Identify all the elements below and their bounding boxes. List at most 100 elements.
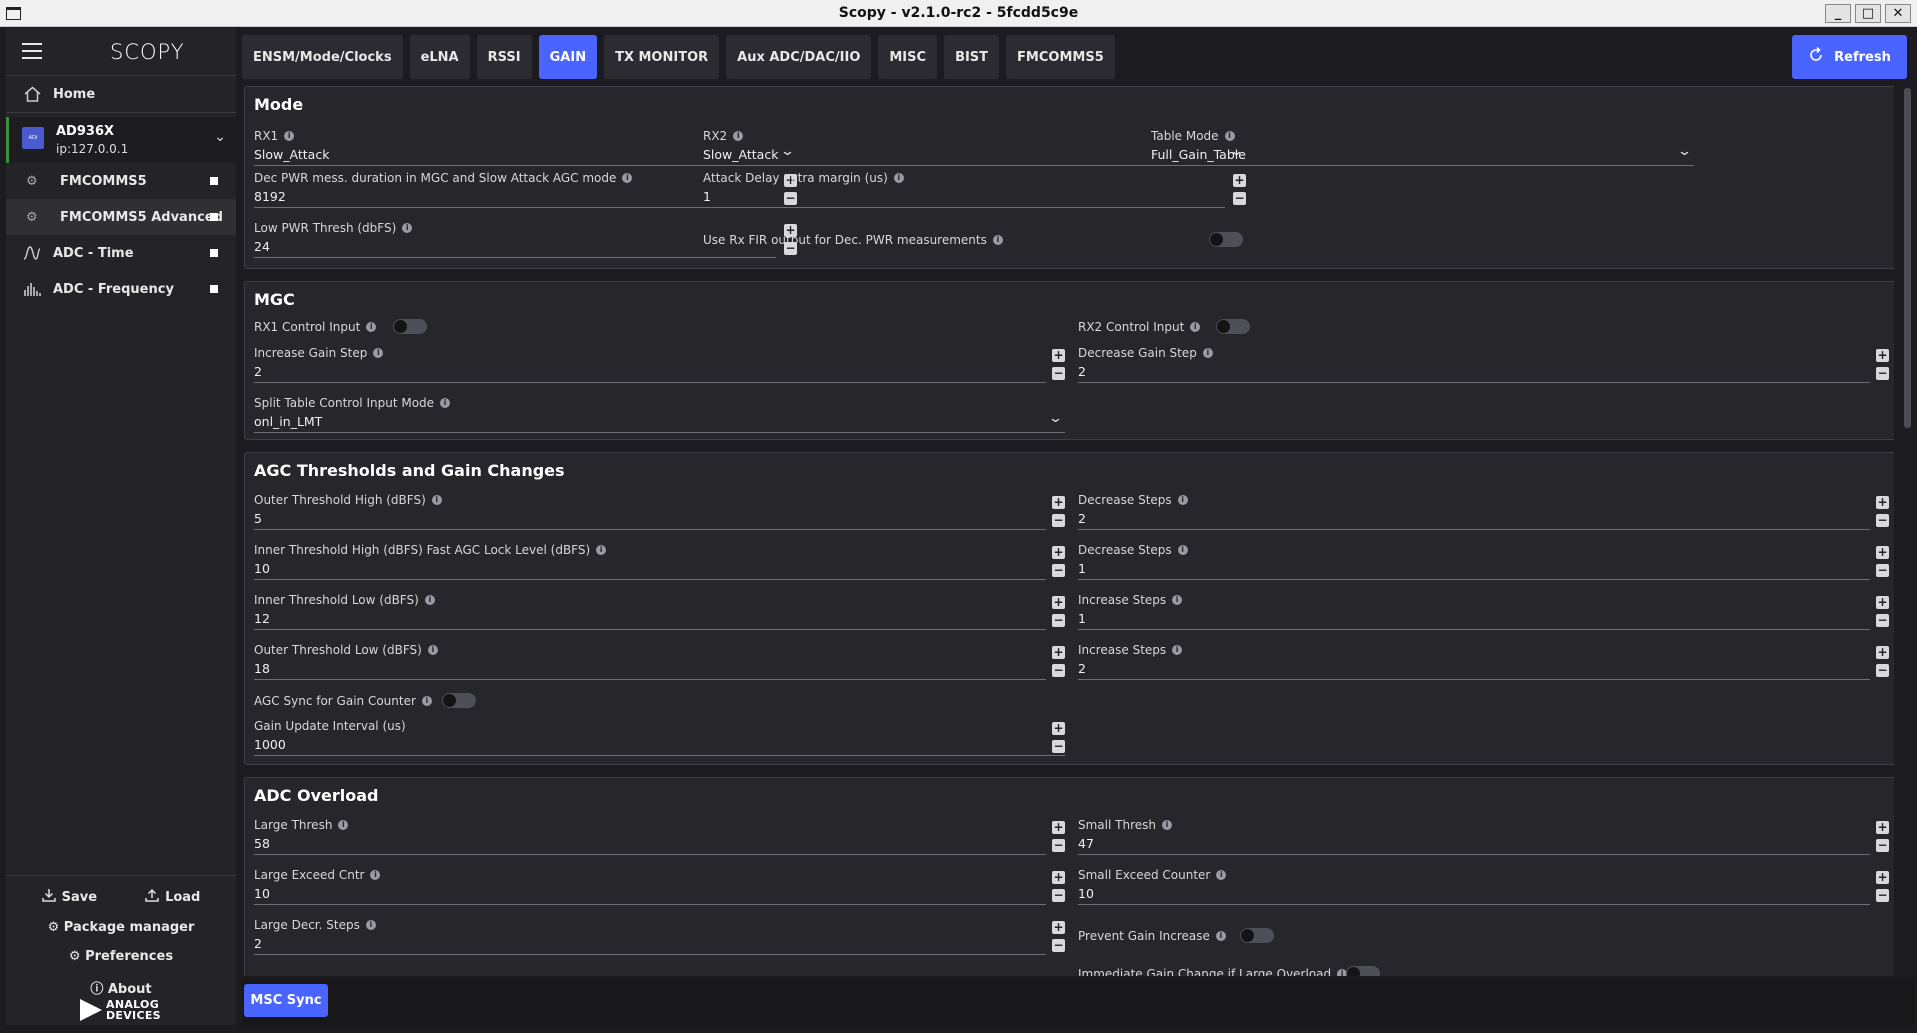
plus-icon[interactable]: +	[1876, 871, 1889, 884]
minus-icon[interactable]: −	[1052, 367, 1065, 380]
gain-settings-scroll[interactable]: Mode RX1 i Slow_Attack ⌄ RX2 i Slow_Attack…	[244, 86, 1894, 976]
minus-icon[interactable]: −	[1876, 889, 1889, 902]
outer-threshold-high-spinbox[interactable]: Outer Threshold High (dBFS) i 5 + −	[254, 493, 1065, 533]
gain-update-interval-spinbox[interactable]: Gain Update Interval (us) 1000 + −	[254, 719, 1065, 759]
tab-elna[interactable]: eLNA	[409, 35, 470, 79]
msc-sync-button[interactable]: MSC Sync	[244, 984, 328, 1017]
plus-icon[interactable]: +	[1052, 821, 1065, 834]
plus-icon[interactable]: +	[1876, 546, 1889, 559]
large-decr-steps-spinbox[interactable]: Large Decr. Steps i 2 + −	[254, 918, 1065, 958]
plus-icon[interactable]: +	[1052, 722, 1065, 735]
agc-sync-toggle[interactable]	[442, 693, 476, 708]
analog-devices-logo: ANALOG DEVICES	[80, 999, 161, 1021]
tab-bist[interactable]: BIST	[944, 35, 1000, 79]
plus-icon[interactable]: +	[1052, 921, 1065, 934]
minus-icon[interactable]: −	[1876, 839, 1889, 852]
plus-icon[interactable]: +	[1052, 546, 1065, 559]
increase-steps-1-spinbox[interactable]: Increase Steps i 1 + −	[1078, 593, 1889, 633]
minus-icon[interactable]: −	[1052, 889, 1065, 902]
minus-icon[interactable]: −	[1052, 740, 1065, 753]
minus-icon[interactable]: −	[1876, 367, 1889, 380]
large-exceed-cntr-spinbox[interactable]: Large Exceed Cntr i 10 + −	[254, 868, 1065, 908]
info-icon: i	[338, 820, 349, 830]
save-button[interactable]: Save	[41, 888, 98, 906]
sidebar-item-adc-frequency[interactable]: ADC - Frequency	[6, 271, 236, 307]
plus-icon[interactable]: +	[1052, 496, 1065, 509]
plus-icon[interactable]: +	[1052, 871, 1065, 884]
inner-threshold-low-spinbox[interactable]: Inner Threshold Low (dBFS) i 12 + −	[254, 593, 1065, 633]
spinbox-value: 58	[254, 836, 270, 851]
immediate-gain-change-row: Immediate Gain Change if Large Overload i	[1078, 966, 1478, 976]
inner-threshold-high-spinbox[interactable]: Inner Threshold High (dBFS) Fast AGC Loc…	[254, 543, 1065, 583]
scrollbar[interactable]	[1904, 88, 1911, 428]
maximize-button[interactable]: □	[1855, 4, 1881, 23]
small-exceed-counter-spinbox[interactable]: Small Exceed Counter i 10 + −	[1078, 868, 1889, 908]
package-manager-button[interactable]: ⚙ Package manager	[6, 920, 236, 935]
brand-line-2: DEVICES	[106, 1009, 161, 1022]
table-mode-dropdown[interactable]: Table Mode i Full_Gain_Table ⌄	[1151, 129, 1694, 166]
plus-icon[interactable]: +	[1233, 174, 1246, 187]
use-rx-fir-toggle[interactable]	[1209, 232, 1243, 247]
tab-aux[interactable]: Aux ADC/DAC/IIO	[726, 35, 872, 79]
chevron-down-icon[interactable]: ⌄	[214, 129, 226, 145]
sidebar-item-fmcomms5-advanced[interactable]: ⚙ FMCOMMS5 Advanced	[6, 199, 236, 235]
plus-icon[interactable]: +	[1876, 496, 1889, 509]
info-icon: i	[1190, 322, 1201, 332]
plus-icon[interactable]: +	[1876, 596, 1889, 609]
split-table-mode-dropdown[interactable]: Split Table Control Input Mode i onl_in_L…	[254, 396, 1065, 433]
minus-icon[interactable]: −	[1052, 514, 1065, 527]
rx2-control-input-toggle[interactable]	[1216, 319, 1250, 334]
device-card[interactable]: ADI AD936X ip:127.0.0.1 ⌄	[6, 117, 236, 163]
spinbox-value: 1	[703, 189, 711, 204]
minus-icon[interactable]: −	[1052, 839, 1065, 852]
plus-icon[interactable]: +	[1876, 646, 1889, 659]
minus-icon[interactable]: −	[1052, 614, 1065, 627]
minus-icon[interactable]: −	[1876, 664, 1889, 677]
outer-threshold-low-spinbox[interactable]: Outer Threshold Low (dBFS) i 18 + −	[254, 643, 1065, 683]
increase-gain-step-spinbox[interactable]: Increase Gain Step i 2 + −	[254, 346, 1065, 386]
tab-misc[interactable]: MISC	[878, 35, 938, 79]
minimize-button[interactable]: _	[1825, 4, 1851, 23]
info-icon: i	[370, 870, 381, 880]
status-indicator	[210, 213, 218, 221]
minus-icon[interactable]: −	[1233, 192, 1246, 205]
tab-gain[interactable]: GAIN	[538, 35, 598, 79]
rx1-control-input-toggle[interactable]	[393, 319, 427, 334]
about-button[interactable]: ⓘ About	[6, 978, 236, 997]
tab-rssi[interactable]: RSSI	[476, 35, 532, 79]
plus-icon[interactable]: +	[1876, 349, 1889, 362]
sidebar-item-home[interactable]: Home	[6, 76, 236, 112]
minus-icon[interactable]: −	[1876, 564, 1889, 577]
tab-fmcomms5[interactable]: FMCOMMS5	[1006, 35, 1115, 79]
sidebar-item-fmcomms5[interactable]: ⚙ FMCOMMS5	[6, 163, 236, 199]
prevent-gain-increase-toggle[interactable]	[1240, 928, 1274, 943]
immediate-gain-change-toggle[interactable]	[1346, 966, 1380, 976]
sidebar-item-adc-time[interactable]: ADC - Time	[6, 235, 236, 271]
small-thresh-spinbox[interactable]: Small Thresh i 47 + −	[1078, 818, 1889, 858]
preferences-button[interactable]: ⚙ Preferences	[6, 949, 236, 964]
plus-icon[interactable]: +	[1052, 646, 1065, 659]
tab-tx-monitor[interactable]: TX MONITOR	[604, 35, 720, 79]
plus-icon[interactable]: +	[1052, 349, 1065, 362]
minus-icon[interactable]: −	[1052, 664, 1065, 677]
device-chip-icon: ADI	[22, 127, 44, 149]
tab-ensm[interactable]: ENSM/Mode/Clocks	[242, 35, 403, 79]
decrease-steps-1-spinbox[interactable]: Decrease Steps i 2 + −	[1078, 493, 1889, 533]
close-button[interactable]: ✕	[1885, 4, 1911, 23]
device-name: AD936X	[56, 124, 115, 139]
minus-icon[interactable]: −	[1876, 614, 1889, 627]
attack-delay-spinbox[interactable]: Attack Delay extra margin (us) i 1 + −	[703, 171, 1246, 211]
menu-icon[interactable]	[22, 43, 42, 59]
refresh-button[interactable]: Refresh	[1792, 35, 1907, 79]
large-thresh-spinbox[interactable]: Large Thresh i 58 + −	[254, 818, 1065, 858]
decrease-steps-2-spinbox[interactable]: Decrease Steps i 1 + −	[1078, 543, 1889, 583]
minus-icon[interactable]: −	[1876, 514, 1889, 527]
increase-steps-2-spinbox[interactable]: Increase Steps i 2 + −	[1078, 643, 1889, 683]
load-button[interactable]: Load	[145, 888, 200, 906]
minus-icon[interactable]: −	[1052, 564, 1065, 577]
minus-icon[interactable]: −	[1052, 939, 1065, 952]
plus-icon[interactable]: +	[1876, 821, 1889, 834]
decrease-gain-step-spinbox[interactable]: Decrease Gain Step i 2 + −	[1078, 346, 1889, 386]
plus-icon[interactable]: +	[1052, 596, 1065, 609]
save-label: Save	[61, 889, 98, 905]
